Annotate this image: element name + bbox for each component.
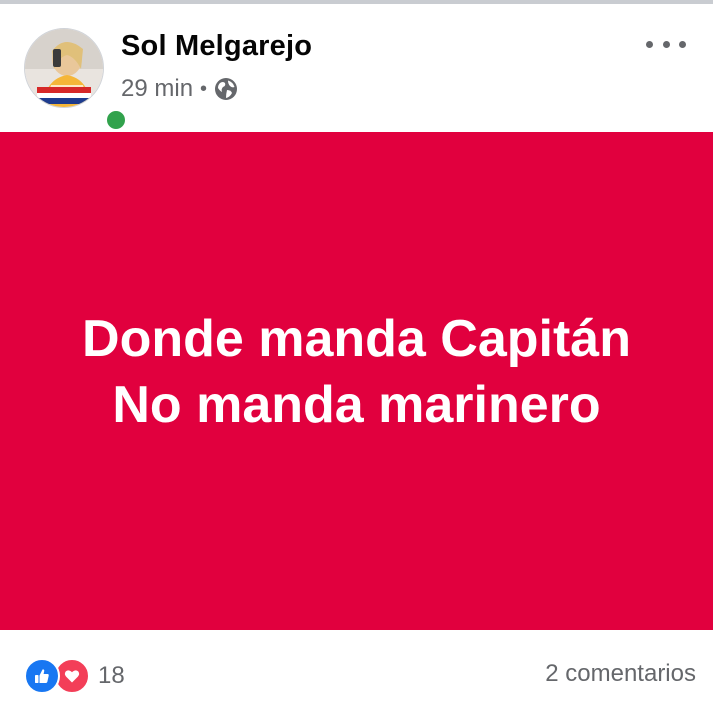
avatar-image[interactable] [24, 28, 104, 108]
post-text: Donde manda Capitán No manda marinero [82, 306, 631, 438]
facebook-post: Sol Melgarejo 29 min • Donde manda Capit… [0, 0, 713, 715]
reactions-summary[interactable]: 18 [24, 658, 125, 694]
like-icon [24, 658, 60, 694]
meta-separator: • [200, 77, 208, 100]
author-name[interactable]: Sol Melgarejo [121, 30, 312, 63]
more-options-button[interactable] [646, 34, 686, 54]
post-header: Sol Melgarejo 29 min • [0, 4, 713, 132]
reaction-count: 18 [98, 662, 125, 689]
more-horizontal-icon [646, 40, 653, 48]
post-footer: 18 2 comentarios [0, 630, 713, 715]
post-text-line-2: No manda marinero [112, 376, 601, 434]
post-text-line-1: Donde manda Capitán [82, 310, 631, 368]
comments-count-link[interactable]: 2 comentarios [545, 660, 696, 688]
post-content[interactable]: Donde manda Capitán No manda marinero [0, 132, 713, 630]
post-time[interactable]: 29 min [121, 75, 193, 103]
online-status-icon [104, 108, 128, 132]
more-horizontal-icon-dot [662, 40, 670, 48]
author-avatar[interactable] [24, 28, 128, 132]
globe-icon[interactable] [214, 77, 238, 101]
post-meta: 29 min • [121, 75, 238, 103]
more-horizontal-icon-dot [679, 40, 686, 48]
